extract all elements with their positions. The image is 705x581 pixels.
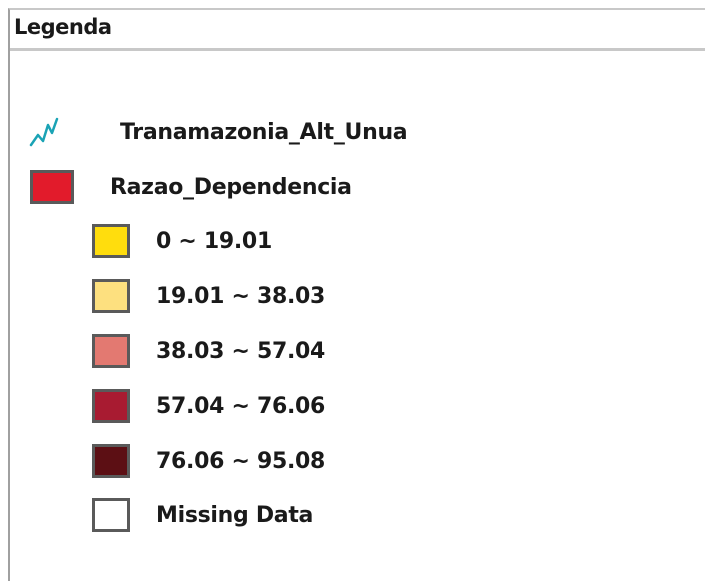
class-swatch [92,334,130,368]
class-label: 0 ~ 19.01 [156,228,272,254]
layer-label: Razao_Dependencia [110,174,352,200]
layer-item-tranamazonia[interactable]: Tranamazonia_Alt_Unua [26,110,408,154]
legend-class-item: Missing Data [92,493,313,537]
legend-class-item: 76.06 ~ 95.08 [92,439,325,483]
class-label: Missing Data [156,502,314,528]
legend-class-item: 0 ~ 19.01 [92,219,272,263]
legend-class-item: 57.04 ~ 76.06 [92,384,325,428]
layer-item-razao-dependencia[interactable]: Razao_Dependencia [30,165,352,209]
class-swatch [92,279,130,313]
legend-class-item: 38.03 ~ 57.04 [92,329,325,373]
legend-titlebar: Legenda [10,10,705,51]
legend-title: Legenda [14,15,112,39]
legend-class-item: 19.01 ~ 38.03 [92,274,325,318]
polygon-layer-icon [30,170,74,204]
legend-panel: Legenda Tranamazonia_Alt_Unua Razao_Depe… [8,8,705,581]
class-swatch [92,444,130,478]
class-swatch [92,224,130,258]
layer-label: Tranamazonia_Alt_Unua [120,119,408,145]
class-label: 76.06 ~ 95.08 [156,448,326,474]
class-label: 19.01 ~ 38.03 [156,283,326,309]
line-layer-icon [26,114,62,150]
class-label: 38.03 ~ 57.04 [156,338,326,364]
class-label: 57.04 ~ 76.06 [156,393,326,419]
class-swatch [92,389,130,423]
class-swatch [92,498,130,532]
